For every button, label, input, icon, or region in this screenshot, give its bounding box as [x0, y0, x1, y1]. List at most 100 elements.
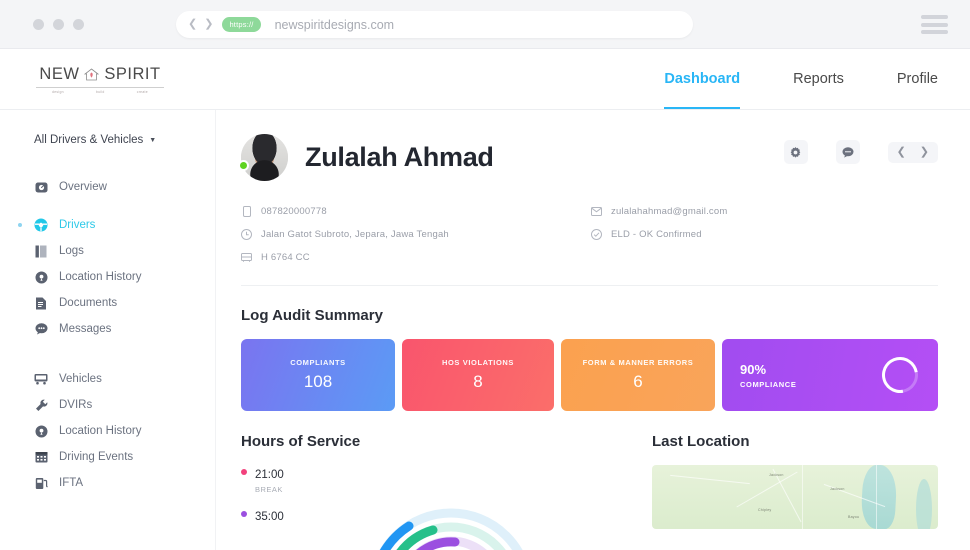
sidebar-item-dvirs[interactable]: DVIRs	[0, 392, 215, 418]
audit-card-form-manner-errors[interactable]: FORM & MANNER ERRORS 6	[561, 339, 715, 411]
sidebar-item-messages[interactable]: Messages	[0, 316, 215, 342]
clock-icon	[241, 229, 252, 240]
address-bar[interactable]: ❮ ❯ https:// newspiritdesigns.com	[176, 11, 693, 38]
sidebar-item-driving-events[interactable]: Driving Events	[0, 444, 215, 470]
map-road	[736, 471, 798, 508]
sidebar-item-label: Messages	[59, 323, 112, 335]
card-value: 6	[633, 372, 643, 391]
mail-icon	[591, 206, 602, 217]
meta-eld-status: ELD - OK Confirmed	[591, 229, 938, 240]
sidebar-item-label: Overview	[59, 181, 107, 193]
https-badge: https://	[222, 17, 261, 32]
tab-reports[interactable]: Reports	[793, 49, 844, 109]
hours-of-service-panel: Hours of Service 21:00 BREAK 35:00	[241, 433, 624, 550]
card-value: 8	[473, 372, 483, 391]
map-label: Jackson	[830, 487, 845, 491]
chat-bubble-icon	[34, 322, 48, 336]
truck-icon	[241, 252, 252, 263]
prev-icon[interactable]: ❮	[897, 146, 906, 158]
close-window-dot[interactable]	[33, 18, 44, 30]
next-icon[interactable]: ❯	[920, 146, 929, 158]
map-pin-icon	[34, 424, 48, 438]
profile-meta: 087820000778 zulalahahmad@gmail.com Jala…	[241, 206, 938, 286]
sidebar-item-label: Logs	[59, 245, 84, 257]
page-title: Zulalah Ahmad	[305, 142, 494, 172]
sidebar-item-label: IFTA	[59, 477, 84, 489]
profile-actions: ❮ ❯	[783, 140, 938, 164]
window-controls[interactable]	[33, 18, 84, 30]
logo-text-left: NEW	[39, 64, 80, 83]
logo-tagline-2: build	[95, 89, 105, 94]
page-body: All Drivers & Vehicles ▼ Overview Driver…	[0, 110, 970, 550]
logo-tagline-3: create	[136, 89, 148, 94]
logo-text-right: SPIRIT	[104, 64, 161, 83]
sidebar-item-logs[interactable]: Logs	[0, 238, 215, 264]
message-icon[interactable]	[835, 140, 860, 164]
tab-dashboard[interactable]: Dashboard	[664, 49, 740, 109]
audit-section-title: Log Audit Summary	[241, 307, 383, 324]
logo-tagline-1: design	[52, 89, 64, 94]
audit-card-hos-violations[interactable]: HOS VIOLATIONS 8	[402, 339, 554, 411]
forward-icon[interactable]: ❯	[204, 19, 213, 30]
truck-icon	[34, 372, 48, 386]
sidebar-item-location-history-drivers[interactable]: Location History	[0, 264, 215, 290]
hamburger-menu-icon[interactable]	[921, 15, 948, 34]
meta-vehicle-plate: H 6764 CC	[241, 252, 591, 263]
book-icon	[34, 244, 48, 258]
legend-time: 21:00	[255, 469, 284, 481]
card-value: 108	[303, 372, 333, 391]
audit-card-compliance[interactable]: 90% COMPLIANCE	[722, 339, 938, 411]
driver-vehicle-filter[interactable]: All Drivers & Vehicles ▼	[34, 134, 215, 146]
calendar-icon	[34, 450, 48, 464]
sidebar-item-label: Location History	[59, 271, 142, 283]
tab-profile[interactable]: Profile	[897, 49, 938, 109]
sidebar-item-label: Documents	[59, 297, 118, 309]
meta-value: zulalahahmad@gmail.com	[611, 206, 728, 217]
profile-pager[interactable]: ❮ ❯	[887, 141, 938, 163]
sidebar-item-vehicles[interactable]: Vehicles	[0, 366, 215, 392]
meta-address: Jalan Gatot Subroto, Jepara, Jawa Tengah	[241, 229, 591, 240]
sidebar-item-drivers[interactable]: Drivers	[0, 212, 215, 238]
sidebar-item-ifta[interactable]: IFTA	[0, 470, 215, 496]
browser-nav-arrows[interactable]: ❮ ❯	[188, 19, 213, 30]
fuel-pump-icon	[34, 476, 48, 490]
meta-value: 087820000778	[261, 206, 327, 217]
legend-bullet-break	[241, 469, 247, 475]
meta-phone: 087820000778	[241, 206, 591, 217]
maximize-window-dot[interactable]	[73, 18, 84, 30]
back-icon[interactable]: ❮	[188, 19, 197, 30]
caret-down-icon: ▼	[149, 136, 157, 144]
browser-chrome: ❮ ❯ https:// newspiritdesigns.com	[0, 0, 970, 49]
card-label: COMPLIANTS	[290, 358, 346, 367]
site-logo[interactable]: NEW SPIRIT design build create	[36, 65, 164, 94]
compliance-label: COMPLIANCE	[740, 379, 797, 389]
compliance-percent: 90%	[740, 361, 767, 377]
audit-cards: COMPLIANTS 108 HOS VIOLATIONS 8 FORM & M…	[241, 339, 938, 411]
gear-icon[interactable]	[783, 140, 808, 164]
legend-time: 35:00	[255, 511, 284, 523]
wrench-icon	[34, 398, 48, 412]
hos-title: Hours of Service	[241, 433, 361, 450]
avatar[interactable]	[238, 134, 288, 181]
map-water-body-small	[916, 479, 932, 529]
profile-header: Zulalah Ahmad ❮ ❯	[238, 134, 938, 181]
audit-card-compliants[interactable]: COMPLIANTS 108	[241, 339, 395, 411]
map-label: Jackson	[769, 473, 784, 477]
house-icon	[84, 67, 100, 81]
location-map[interactable]: Jackson Chipley Jackson Bayou	[652, 465, 938, 529]
meta-value: ELD - OK Confirmed	[611, 229, 702, 240]
top-navigation: Dashboard Reports Profile	[664, 49, 938, 109]
minimize-window-dot[interactable]	[53, 18, 64, 30]
sidebar-item-label: DVIRs	[59, 399, 93, 411]
map-boundary	[802, 465, 803, 529]
sidebar-item-overview[interactable]: Overview	[0, 174, 215, 200]
meta-email: zulalahahmad@gmail.com	[591, 206, 938, 217]
url-text[interactable]: newspiritdesigns.com	[275, 18, 395, 32]
meta-value: H 6764 CC	[261, 252, 310, 263]
legend-label: BREAK	[255, 485, 283, 494]
logo-tagline: design build create	[36, 86, 164, 94]
last-location-panel: Last Location Jackson Chipley Jackson Ba…	[652, 433, 938, 538]
sidebar-item-documents[interactable]: Documents	[0, 290, 215, 316]
sidebar-item-location-history-vehicles[interactable]: Location History	[0, 418, 215, 444]
